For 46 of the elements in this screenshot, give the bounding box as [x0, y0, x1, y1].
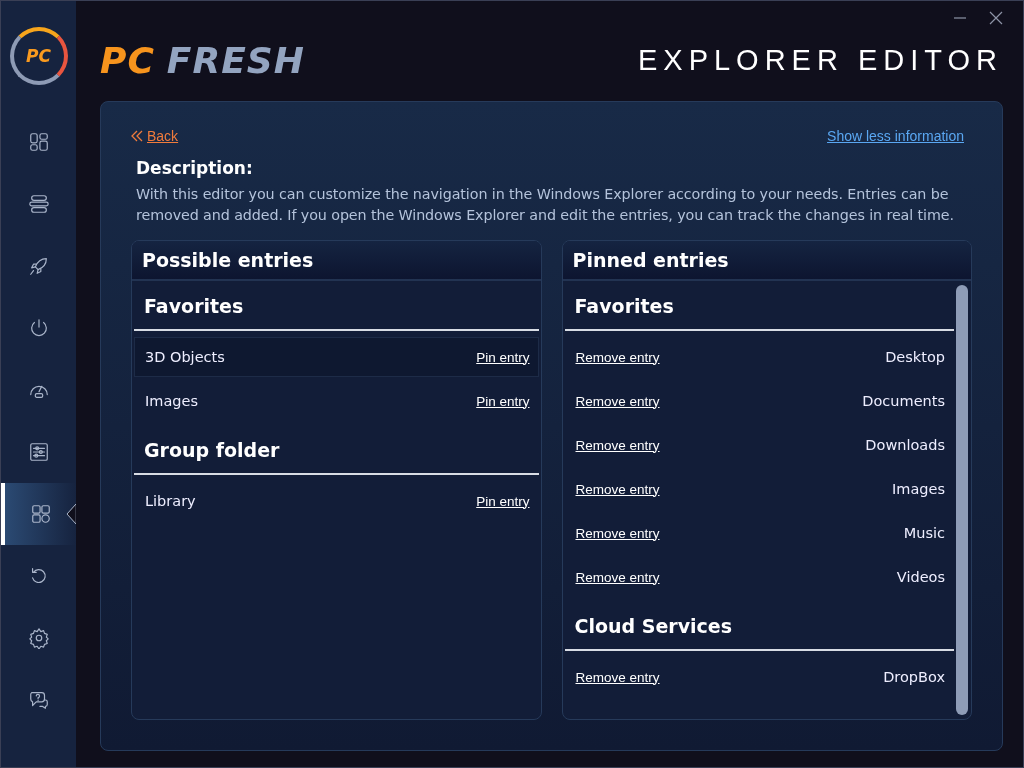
description-heading: Description:	[136, 158, 254, 178]
description-text: With this editor you can customize the navigation in the Windows Explorer according to your needs. Entries can be removed and added. If you open the Windows Explorer and edit the entries, you can track the changes in real time.	[136, 185, 955, 225]
rocket-icon	[27, 255, 50, 277]
show-less-link[interactable]: Show less information	[827, 128, 964, 144]
dashboard-icon	[27, 131, 50, 153]
entry-name: DropBox	[883, 669, 945, 685]
back-link[interactable]: Back	[147, 128, 179, 144]
logo-text: PC	[26, 46, 51, 66]
list-icon	[27, 193, 50, 215]
group-heading: Group folder	[134, 425, 539, 475]
scrollbar[interactable]	[956, 285, 968, 715]
help-chat-icon	[27, 689, 50, 711]
pin-entry-link[interactable]: Pin entry	[476, 393, 530, 409]
group-heading: Favorites	[564, 281, 954, 331]
entry-name: Library	[145, 493, 196, 509]
entry-name: Images	[892, 481, 945, 497]
sidebar-item[interactable]	[1, 483, 76, 545]
panel-title: Pinned entries	[562, 241, 971, 281]
remove-entry-link[interactable]: Remove entry	[575, 525, 660, 541]
sliders-icon	[27, 441, 50, 463]
remove-entry-link[interactable]: Remove entry	[575, 481, 660, 497]
window-title: EXPLORER EDITOR	[637, 43, 1003, 77]
double-chevron-icon	[131, 130, 143, 142]
panel-title: Possible entries	[132, 241, 541, 281]
pin-entry-link[interactable]: Pin entry	[476, 349, 530, 365]
group-heading: Favorites	[134, 281, 539, 331]
entry-name: Music	[903, 525, 945, 541]
entry-name: Videos	[896, 569, 945, 585]
entry-name: Documents	[862, 393, 945, 409]
remove-entry-link[interactable]: Remove entry	[575, 569, 660, 585]
entry-name: 3D Objects	[145, 349, 225, 365]
remove-entry-link[interactable]: Remove entry	[575, 437, 660, 453]
entry-name: Downloads	[865, 437, 945, 453]
entry-name: Desktop	[885, 349, 945, 365]
grid-icon	[29, 503, 52, 525]
brand-logo-text: PC	[100, 39, 155, 81]
brand-logo-text: FRESH	[166, 39, 305, 81]
pin-entry-link[interactable]: Pin entry	[476, 493, 530, 509]
remove-entry-link[interactable]: Remove entry	[575, 393, 660, 409]
remove-entry-link[interactable]: Remove entry	[575, 669, 660, 685]
close-icon[interactable]	[989, 11, 1003, 25]
entry-name: Images	[145, 393, 198, 409]
settings-icon	[27, 627, 50, 649]
caret-icon	[66, 504, 76, 524]
remove-entry-link[interactable]: Remove entry	[575, 349, 660, 365]
group-heading: Cloud Services	[564, 601, 954, 651]
